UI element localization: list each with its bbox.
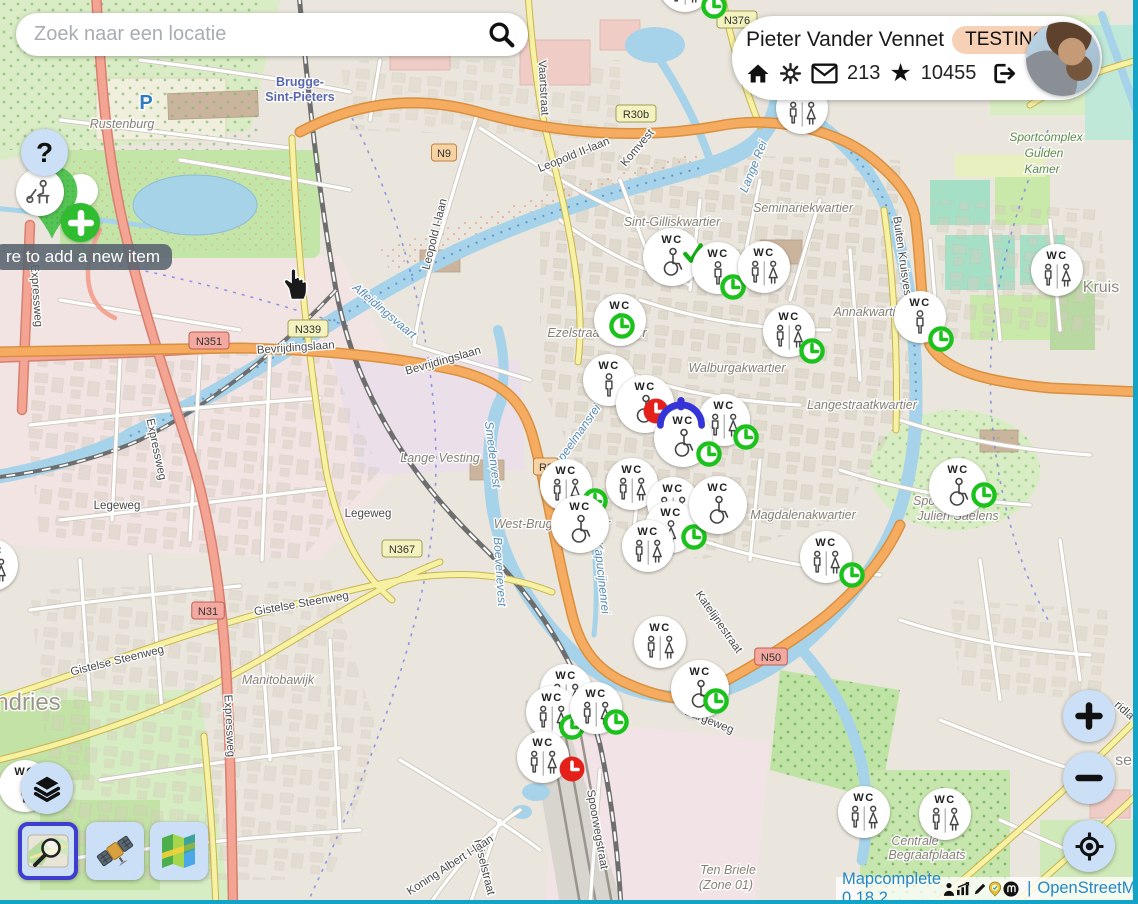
marker-wc-label: WC xyxy=(947,464,968,477)
marker-wc-label: WC xyxy=(649,622,670,635)
search-icon[interactable] xyxy=(486,19,518,51)
add-new-item-button[interactable] xyxy=(61,203,100,242)
marker-wc-label: WC xyxy=(555,465,576,478)
marker-wc-label: WC xyxy=(532,737,553,750)
marker-wc-label: WC xyxy=(585,688,606,701)
hand-cursor-icon xyxy=(279,266,311,302)
marker-wc-label: WC xyxy=(753,247,774,260)
marker-wc-label: WC xyxy=(934,794,955,807)
edit-icon[interactable] xyxy=(973,882,987,896)
wc-marker-wheelchair[interactable]: WC xyxy=(551,495,609,553)
marker-wc-label: WC xyxy=(707,482,728,495)
blue-arc-icon xyxy=(656,397,706,430)
attribution-separator: | xyxy=(1027,879,1031,898)
mastodon-icon[interactable] xyxy=(1003,881,1019,897)
wc-marker-mw[interactable]: WC xyxy=(622,520,674,572)
crosshair-icon xyxy=(1074,831,1105,862)
green-clock-badge-icon xyxy=(799,338,826,365)
stars-count[interactable]: 10455 xyxy=(921,62,977,85)
zoom-in-button[interactable] xyxy=(1063,690,1115,742)
wc-marker-mw[interactable]: WC xyxy=(919,788,971,840)
marker-wc-label: WC xyxy=(621,464,642,477)
wc-marker-mw[interactable]: WC xyxy=(0,539,18,591)
zoom-out-button[interactable] xyxy=(1063,752,1115,804)
messages-icon[interactable] xyxy=(811,63,838,84)
marker-wc-label: WC xyxy=(569,501,590,514)
contributor-icon[interactable] xyxy=(943,882,955,896)
green-clock-badge-icon xyxy=(703,688,730,715)
star-icon: ★ xyxy=(889,61,911,86)
marker-wc-label: WC xyxy=(609,300,630,313)
user-panel: Pieter Vander Vennet TESTING 213 ★ 10455 xyxy=(732,16,1102,100)
red-clock-badge-icon xyxy=(559,756,586,783)
statistics-icon[interactable] xyxy=(956,882,972,896)
marker-wc-label: WC xyxy=(661,234,682,247)
mapcomplete-app: Brugge-Sint-PietersPRustenburgVaartstraa… xyxy=(0,0,1138,904)
marker-wc-label: WC xyxy=(853,792,874,805)
folded-map-icon xyxy=(159,829,199,873)
basemap-satellite-button[interactable] xyxy=(86,822,144,880)
search-input[interactable] xyxy=(32,22,486,47)
wc-marker-mw[interactable]: WC xyxy=(1031,244,1083,296)
wc-marker-mw[interactable]: WC xyxy=(634,616,686,668)
green-clock-badge-icon xyxy=(696,441,723,468)
green-clock-badge-icon xyxy=(928,326,955,353)
green-clock-badge-icon xyxy=(609,313,636,340)
marker-wc-label: WC xyxy=(1046,250,1067,263)
green-clock-badge-icon xyxy=(839,562,866,589)
wc-marker-mw[interactable]: WC xyxy=(738,241,790,293)
marker-wc-label: WC xyxy=(909,297,930,310)
marker-wc-label: WC xyxy=(707,248,728,261)
wc-marker-wheelchair[interactable]: WC xyxy=(689,476,747,534)
basemap-carto-button[interactable] xyxy=(18,822,78,880)
basemap-osm-button[interactable] xyxy=(150,822,208,880)
marker-wc-label: WC xyxy=(598,360,619,373)
wc-marker-mw[interactable]: WC xyxy=(838,786,890,838)
mapcomplete-logo-icon[interactable] xyxy=(988,881,1002,897)
green-clock-badge-icon xyxy=(603,709,630,736)
add-item-tooltip: re to add a new item xyxy=(0,244,172,270)
green-clock-badge-icon xyxy=(701,0,728,20)
marker-wc-label: WC xyxy=(660,507,681,520)
location-search-bar xyxy=(16,13,528,56)
green-clock-badge-icon xyxy=(733,424,760,451)
openstreetmap-link[interactable]: OpenStreetMap xyxy=(1037,879,1138,898)
messages-count[interactable]: 213 xyxy=(847,62,880,85)
map-magnifier-icon xyxy=(26,832,70,870)
marker-wc-label: WC xyxy=(689,666,710,679)
page-edge-bottom xyxy=(0,900,1138,904)
poi-markers-layer: WCWCWCWCWCWCWCWCWCWCWCWCWCWCWCWCWCWCWCWC… xyxy=(0,0,1138,904)
marker-wc-label: WC xyxy=(637,526,658,539)
home-icon[interactable] xyxy=(746,62,770,86)
help-label: ? xyxy=(36,137,53,169)
marker-wc-label: WC xyxy=(713,400,734,413)
marker-wc-label: WC xyxy=(778,311,799,324)
marker-wc-label: WC xyxy=(541,692,562,705)
satellite-icon xyxy=(95,831,135,871)
user-name[interactable]: Pieter Vander Vennet xyxy=(746,28,944,52)
layers-icon xyxy=(33,774,61,802)
marker-wc-label: WC xyxy=(815,537,836,550)
zoom-out-icon xyxy=(1074,763,1104,793)
page-edge-right xyxy=(1133,0,1138,904)
layers-button[interactable] xyxy=(21,762,73,814)
marker-wc-label: WC xyxy=(634,381,655,394)
user-avatar[interactable] xyxy=(1026,22,1100,96)
logout-icon[interactable] xyxy=(991,61,1016,86)
toilet-wrench-icon xyxy=(24,176,56,208)
attribution-bar: Mapcomplete 0.18.2 | OpenStreetMap xyxy=(836,877,1133,900)
settings-gear-icon[interactable] xyxy=(779,62,802,85)
zoom-in-icon xyxy=(1074,701,1104,731)
marker-wc-label: WC xyxy=(0,545,3,558)
mapcomplete-version-link[interactable]: Mapcomplete 0.18.2 xyxy=(842,870,941,904)
green-clock-badge-icon xyxy=(971,482,998,509)
marker-wc-label: WC xyxy=(662,483,683,496)
geolocate-button[interactable] xyxy=(1063,820,1115,872)
help-button[interactable]: ? xyxy=(21,129,68,176)
marker-wc-label: WC xyxy=(555,670,576,683)
